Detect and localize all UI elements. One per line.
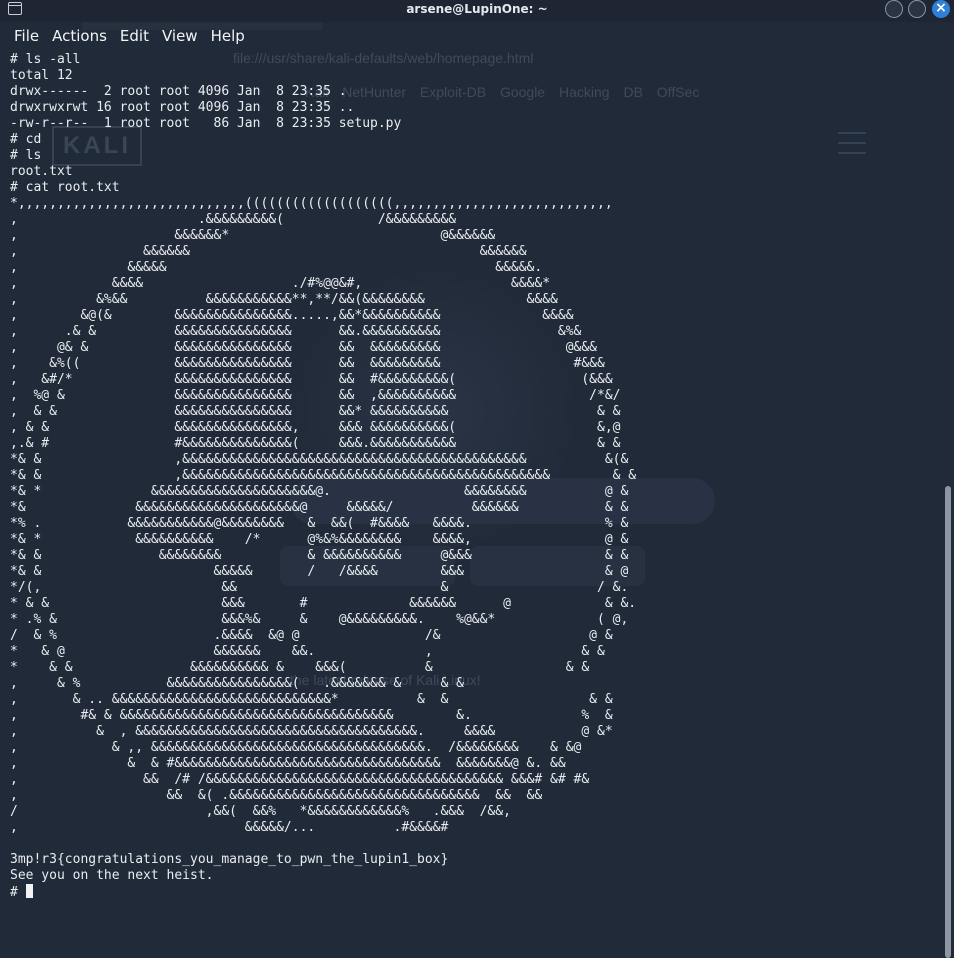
terminal-line: See you on the next heist. (10, 868, 214, 883)
terminal-line: # cd (10, 132, 42, 147)
terminal-line: * .% & &&&%& & @&&&&&&&&&. %@&&* ( @, (10, 612, 629, 627)
terminal-line: , .& & &&&&&&&&&&&&&&& &&.&&&&&&&&&& &%& (10, 324, 582, 339)
terminal-line: , &%(( &&&&&&&&&&&&&&& && &&&&&&&&& #&&& (10, 356, 605, 371)
terminal-line: *& * &&&&&&&&&& /* @%&%&&&&&&&& &&&&, @ … (10, 532, 629, 547)
terminal-line: , &&&&&&* @&&&&&& (10, 228, 496, 243)
terminal-line: , &@(& &&&&&&&&&&&&&&&.....,&&*&&&&&&&&&… (10, 308, 574, 323)
terminal-line: root.txt (10, 164, 73, 179)
terminal-line: , & % &&&&&&&&&&&&&&&&( .&&&&&&& & & & (10, 676, 464, 691)
close-button[interactable]: × (932, 0, 950, 18)
terminal-line: , #& & &&&&&&&&&&&&&&&&&&&&&&&&&&&&&&&&&… (10, 708, 613, 723)
terminal-line: 3mp!r3{congratulations_you_manage_to_pwn… (10, 852, 449, 867)
terminal-line: , & .. &&&&&&&&&&&&&&&&&&&&&&&&&&&&* & &… (10, 692, 613, 707)
terminal-prompt: # (10, 885, 26, 900)
terminal-line: , &&&& ./#%@@&#, &&&&* (10, 276, 551, 291)
menu-view[interactable]: View (149, 24, 198, 48)
terminal-line: , && &( .&&&&&&&&&&&&&&&&&&&&&&&&&&&&&&&… (10, 788, 543, 803)
terminal-line: , & , &&&&&&&&&&&&&&&&&&&&&&&&&&&&&&&&&&… (10, 724, 613, 739)
terminal-line: drwx------ 2 root root 4096 Jan 8 23:35 … (10, 84, 347, 99)
menu-file[interactable]: File (0, 24, 39, 48)
terminal-line: drwxrwxrwt 16 root root 4096 Jan 8 23:35… (10, 100, 355, 115)
terminal-line: -rw-r--r-- 1 root root 86 Jan 8 23:35 se… (10, 116, 402, 131)
terminal-line: , & & #&&&&&&&&&&&&&&&&&&&&&&&&&&&&&&&&&… (10, 756, 566, 771)
terminal-line: / & % .&&&& &@ @ /& @ & (10, 628, 613, 643)
menu-bar: File Actions Edit View Help (0, 24, 245, 48)
terminal-line: *& & &&&&& / /&&&& &&& & @ (10, 564, 629, 579)
terminal-line: *& * &&&&&&&&&&&&&&&&&&&&&@. &&&&&&&& @ … (10, 484, 629, 499)
terminal-cursor (25, 884, 33, 898)
terminal-line: */(, && & / &. (10, 580, 629, 595)
terminal-line: , &&&&&/... .#&&&&# (10, 820, 449, 835)
terminal-line: , %@ & &&&&&&&&&&&&&&& && ,&&&&&&&&&& /*… (10, 388, 621, 403)
terminal-line: , &&&&&& &&&&&& (10, 244, 527, 259)
terminal-line: # cat root.txt (10, 180, 120, 195)
menu-actions[interactable]: Actions (39, 24, 107, 48)
minimize-button[interactable] (885, 0, 903, 18)
background-menu-icon (838, 132, 866, 154)
terminal-line: *,,,,,,,,,,,,,,,,,,,,,,,,,,,,,((((((((((… (10, 196, 613, 211)
terminal-scrollbar[interactable] (943, 50, 952, 958)
terminal-line: , @& & &&&&&&&&&&&&&&& && &&&&&&&&& @&&& (10, 340, 597, 355)
terminal-line: , & & &&&&&&&&&&&&&&&, &&& &&&&&&&&&&( &… (10, 420, 621, 435)
terminal-line: * & & &&& # &&&&&& @ & &. (10, 596, 637, 611)
terminal-line: , & ,, &&&&&&&&&&&&&&&&&&&&&&&&&&&&&&&&&… (10, 740, 582, 755)
terminal-line: , && /# /&&&&&&&&&&&&&&&&&&&&&&&&&&&&&&&… (10, 772, 590, 787)
menu-edit[interactable]: Edit (107, 24, 149, 48)
terminal-line: *& & ,&&&&&&&&&&&&&&&&&&&&&&&&&&&&&&&&&&… (10, 452, 629, 467)
terminal-lines: # ls -all total 12 drwx------ 2 root roo… (10, 52, 636, 883)
terminal-line: *& &&&&&&&&&&&&&&&&&&&&&@ &&&&&/ &&&&&& … (10, 500, 629, 515)
terminal-line: , &#/* &&&&&&&&&&&&&&& && #&&&&&&&&&( (&… (10, 372, 613, 387)
terminal-line: * & @ &&&&&& &&. , & & (10, 644, 605, 659)
terminal-line: , &&&&& &&&&&. (10, 260, 543, 275)
maximize-button[interactable] (908, 0, 926, 18)
terminal-line: *& & &&&&&&&& & &&&&&&&&&& @&&& & & (10, 548, 629, 563)
terminal-line: , .&&&&&&&&&( /&&&&&&&&& (10, 212, 457, 227)
terminal-line: *& & ,&&&&&&&&&&&&&&&&&&&&&&&&&&&&&&&&&&… (10, 468, 637, 483)
terminal-line: # ls -all (10, 52, 81, 67)
terminal-line: * & & &&&&&&&&&& & &&&( & & & (10, 660, 590, 675)
scrollbar-thumb[interactable] (945, 486, 951, 958)
terminal-output[interactable]: # ls -all total 12 drwx------ 2 root roo… (10, 52, 636, 901)
terminal-line: total 12 (10, 68, 73, 83)
terminal-line: # ls (10, 148, 42, 163)
menu-help[interactable]: Help (198, 24, 245, 48)
window-title: arsene@LupinOne: ~ (406, 2, 548, 16)
terminal-line: , & & &&&&&&&&&&&&&&& &&* &&&&&&&&&& & & (10, 404, 621, 419)
terminal-line: ,.& # #&&&&&&&&&&&&&&( &&&.&&&&&&&&&&& &… (10, 436, 621, 451)
title-bar: arsene@LupinOne: ~ × (0, 0, 954, 22)
terminal-line: *% . &&&&&&&&&&&@&&&&&&&& & &&( #&&&& &&… (10, 516, 629, 531)
terminal-line: , &%&& &&&&&&&&&&&**,**/&&(&&&&&&&& &&&& (10, 292, 558, 307)
terminal-line: / ,&&( &&% *&&&&&&&&&&&&% .&&& /&&, (10, 804, 511, 819)
